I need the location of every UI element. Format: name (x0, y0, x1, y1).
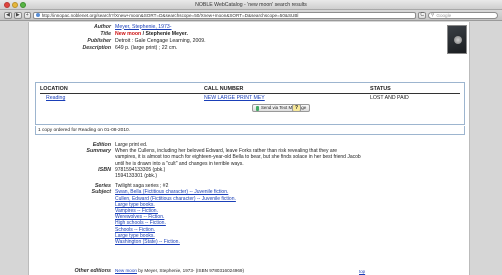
divider (40, 93, 460, 94)
other-editions-row: Other editions New moon by Meyer, Stephe… (29, 268, 469, 274)
bib-record: Author Meyer, Stephenie, 1973- Title New… (29, 22, 469, 51)
other-editions-value: New moon by Meyer, Stephenie, 1973- (ISB… (115, 268, 395, 274)
add-bookmark-button[interactable]: + (23, 11, 31, 19)
search-field[interactable]: ⚲ Google (428, 11, 498, 19)
subject-link[interactable]: Vampires -- Fiction. (115, 208, 158, 214)
other-edition-text: by Meyer, Stephenie, 1973- (ISBN 9780316… (136, 268, 244, 273)
subject-link[interactable]: Large type books. (115, 202, 155, 208)
field-label: Description (82, 44, 111, 51)
field-label: Other editions (74, 268, 111, 275)
moon-icon (454, 36, 462, 44)
isbn-value: 9781594133305 (pbk.) 1594133301 (pbk.) (115, 167, 395, 179)
top-link[interactable]: top (359, 269, 365, 274)
field-label: Author (94, 23, 111, 30)
subject-link[interactable]: Washington (State) -- Fiction. (115, 239, 180, 245)
subject-list: Swan, Bella (Fictitious character) -- Ju… (115, 189, 395, 245)
isbn-row: ISBN 9781594133305 (pbk.) 1594133301 (pb… (29, 167, 469, 179)
book-cover-image[interactable] (447, 25, 467, 54)
field-label: Publisher (87, 37, 111, 44)
url-text: http://innopac.noblenet.org/search?/Xnew… (41, 12, 299, 18)
title-highlight: New moon (115, 30, 142, 37)
search-icon: ⚲ (431, 12, 435, 17)
summary-value: When the Cullens, including her beloved … (115, 148, 395, 167)
location-link[interactable]: Reading (46, 95, 65, 101)
field-label: Subject (91, 189, 111, 196)
description-value: 649 p. (large print) ; 22 cm. (115, 44, 178, 51)
holdings-table: LOCATION CALL NUMBER STATUS Reading NEW … (35, 82, 465, 125)
reload-button[interactable]: C (418, 11, 426, 19)
subject-link[interactable]: Cullen, Edward (Fictitious character) --… (115, 196, 236, 202)
search-placeholder: Google (436, 12, 452, 18)
summary-row: Summary When the Cullens, including her … (29, 148, 469, 167)
window-title: NOBLE WebCatalog - 'new moon' search res… (195, 2, 307, 8)
subject-link[interactable]: Large type books. (115, 233, 155, 239)
back-button[interactable]: ◀ (4, 11, 12, 19)
web-content: Author Meyer, Stephenie, 1973- Title New… (0, 22, 502, 275)
subject-link[interactable]: Werewolves -- Fiction. (115, 214, 164, 220)
subject-link[interactable]: Schools -- Fiction. (115, 227, 155, 233)
call-number-header: CALL NUMBER (204, 86, 244, 92)
subject-link[interactable]: High schools -- Fiction. (115, 220, 166, 226)
field-label: ISBN (98, 166, 111, 173)
other-edition-link[interactable]: New moon (115, 268, 137, 273)
description-row: Description 649 p. (large print) ; 22 cm… (29, 44, 469, 51)
help-button[interactable]: ? (292, 104, 301, 112)
call-number-link[interactable]: NEW LARGE PRINT MEY (204, 95, 265, 101)
phone-icon (256, 105, 259, 111)
send-text-message-button[interactable]: Send via Text Message (252, 104, 311, 112)
subject-row: Subject Swan, Bella (Fictitious characte… (29, 189, 469, 245)
summary-line: vampires, it is almost too much for eigh… (115, 154, 361, 161)
browser-toolbar: ◀ ▶ + http://innopac.noblenet.org/search… (0, 10, 502, 21)
title-row: Title New moon / Stephenie Meyer. (29, 30, 469, 37)
forward-button[interactable]: ▶ (13, 11, 22, 19)
address-bar[interactable]: http://innopac.noblenet.org/search?/Xnew… (32, 11, 417, 19)
field-label: Summary (86, 148, 111, 155)
isbn-line: 1594133301 (pbk.) (115, 173, 157, 180)
author-link[interactable]: Meyer, Stephenie, 1973- (115, 24, 172, 30)
location-header: LOCATION (40, 86, 68, 92)
publisher-value: Detroit : Gale Cengage Learning, 2009. (115, 37, 206, 44)
catalog-page: Author Meyer, Stephenie, 1973- Title New… (28, 22, 470, 275)
publisher-row: Publisher Detroit : Gale Cengage Learnin… (29, 37, 469, 44)
copies-note: 1 copy ordered for Reading on 01-08-2010… (35, 126, 465, 135)
field-label: Title (100, 30, 111, 37)
subject-link[interactable]: Swan, Bella (Fictitious character) -- Ju… (115, 189, 228, 195)
globe-icon (35, 13, 40, 17)
title-bar: NOBLE WebCatalog - 'new moon' search res… (0, 0, 502, 10)
title-rest: / Stephenie Meyer. (141, 30, 188, 37)
author-row: Author Meyer, Stephenie, 1973- (29, 23, 469, 30)
status-value: LOST AND PAID (370, 95, 409, 101)
record-details: Edition Large print ed. Summary When the… (29, 142, 469, 245)
status-header: STATUS (370, 86, 391, 92)
